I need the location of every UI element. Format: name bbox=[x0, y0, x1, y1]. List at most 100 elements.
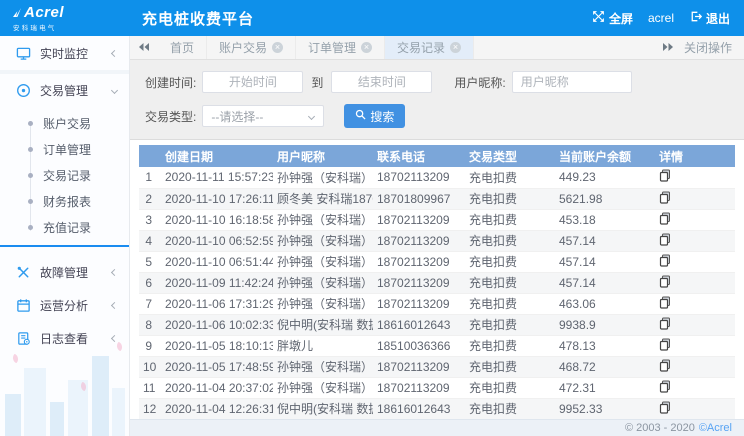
chevron-left-icon bbox=[111, 302, 118, 309]
fullscreen-button[interactable]: 全屏 bbox=[592, 10, 633, 27]
cell-nickname: 顾冬美 安科瑞1870180 bbox=[273, 188, 373, 209]
detail-copy-icon[interactable] bbox=[659, 191, 671, 204]
search-button[interactable]: 搜索 bbox=[344, 104, 405, 128]
chevron-down-icon bbox=[111, 87, 118, 94]
user-menu[interactable]: acrel bbox=[648, 11, 674, 25]
detail-copy-icon[interactable] bbox=[659, 317, 671, 330]
table-row: 122020-11-04 12:26:31倪中明(安科瑞 数据部)1186160… bbox=[139, 398, 735, 419]
cell-phone: 18510036366 bbox=[373, 335, 465, 356]
logout-label: 退出 bbox=[706, 10, 730, 27]
sidebar-subitem[interactable]: 充值记录 bbox=[0, 214, 129, 240]
table-row: 112020-11-04 20:37:02孙钟强（安科瑞）18702113209… bbox=[139, 377, 735, 398]
detail-copy-icon[interactable] bbox=[659, 212, 671, 225]
copyright-text: © 2003 - 2020 bbox=[625, 422, 695, 434]
transaction-type-select[interactable]: --请选择-- bbox=[202, 105, 324, 127]
table-row: 92020-11-05 18:10:13胖墩儿18510036366充电扣费47… bbox=[139, 335, 735, 356]
app-window: Acrel 安科瑞电气 充电桩收费平台 全屏 acrel 退出 bbox=[0, 0, 744, 436]
close-actions-button[interactable]: 关闭操作 bbox=[650, 36, 744, 59]
sidebar-item[interactable]: 运营分析 bbox=[0, 289, 129, 322]
cell-balance: 9952.33 bbox=[555, 398, 655, 419]
fullscreen-label: 全屏 bbox=[609, 10, 633, 27]
bullet-icon bbox=[28, 121, 33, 126]
cell-phone: 18616012643 bbox=[373, 398, 465, 419]
detail-copy-icon[interactable] bbox=[659, 359, 671, 372]
sidebar-item-label: 运营分析 bbox=[40, 297, 112, 314]
cell-nickname: 孙钟强（安科瑞） bbox=[273, 272, 373, 293]
sidebar-subitem[interactable]: 账户交易 bbox=[0, 110, 129, 136]
tab-list: 首页账户交易×订单管理×交易记录× bbox=[158, 36, 474, 59]
double-chevron-right-icon bbox=[662, 41, 674, 55]
close-actions-label: 关闭操作 bbox=[684, 39, 732, 56]
column-header: 详情 bbox=[655, 145, 735, 167]
tabs-scroll-left-button[interactable] bbox=[130, 36, 158, 59]
tab-close-icon[interactable]: × bbox=[361, 42, 372, 53]
cell-create-date: 2020-11-10 06:52:59 bbox=[161, 230, 273, 251]
nickname-label: 用户昵称: bbox=[454, 74, 505, 91]
cell-balance: 478.13 bbox=[555, 335, 655, 356]
start-time-input[interactable] bbox=[202, 71, 303, 93]
detail-copy-icon[interactable] bbox=[659, 338, 671, 351]
sidebar-item[interactable]: 实时监控 bbox=[0, 37, 129, 70]
detail-copy-icon[interactable] bbox=[659, 380, 671, 393]
double-chevron-left-icon bbox=[138, 41, 150, 55]
acrel-footer-link[interactable]: ©Acrel bbox=[699, 422, 732, 434]
cell-transaction-type: 充电扣费 bbox=[465, 209, 555, 230]
cell-transaction-type: 充电扣费 bbox=[465, 272, 555, 293]
sidebar-subitem-label: 交易记录 bbox=[43, 167, 91, 184]
detail-copy-icon[interactable] bbox=[659, 275, 671, 288]
cell-row-index: 10 bbox=[139, 356, 161, 377]
cell-row-index: 4 bbox=[139, 230, 161, 251]
filter-panel: 创建时间: 到 用户昵称: 交易类型: --请选择-- bbox=[130, 60, 744, 139]
detail-copy-icon[interactable] bbox=[659, 296, 671, 309]
cell-nickname: 孙钟强（安科瑞） bbox=[273, 293, 373, 314]
detail-copy-icon[interactable] bbox=[659, 169, 671, 182]
cell-transaction-type: 充电扣费 bbox=[465, 398, 555, 419]
sidebar-item[interactable]: 日志查看 bbox=[0, 322, 129, 355]
tab[interactable]: 订单管理× bbox=[296, 36, 385, 59]
sidebar-subitem[interactable]: 订单管理 bbox=[0, 136, 129, 162]
butterfly-icon bbox=[79, 382, 89, 392]
cell-nickname: 孙钟强（安科瑞） bbox=[273, 251, 373, 272]
nickname-input[interactable] bbox=[512, 71, 632, 93]
sidebar-item[interactable]: 交易管理 bbox=[0, 74, 129, 107]
cell-create-date: 2020-11-06 17:31:29 bbox=[161, 293, 273, 314]
tab[interactable]: 交易记录× bbox=[385, 36, 474, 59]
monitor-icon bbox=[15, 46, 31, 62]
detail-copy-icon[interactable] bbox=[659, 401, 671, 414]
cell-row-index: 11 bbox=[139, 377, 161, 398]
cell-create-date: 2020-11-11 15:57:23 bbox=[161, 167, 273, 188]
tab[interactable]: 账户交易 × bbox=[207, 36, 296, 59]
cell-balance: 457.14 bbox=[555, 251, 655, 272]
tab[interactable]: 首页 bbox=[158, 36, 207, 59]
cell-phone: 18702113209 bbox=[373, 251, 465, 272]
cell-create-date: 2020-11-04 12:26:31 bbox=[161, 398, 273, 419]
logout-button[interactable]: 退出 bbox=[689, 10, 730, 27]
cell-phone: 18702113209 bbox=[373, 377, 465, 398]
cell-row-index: 12 bbox=[139, 398, 161, 419]
tab-close-icon[interactable]: × bbox=[272, 42, 283, 53]
end-time-input[interactable] bbox=[331, 71, 432, 93]
cell-phone: 18702113209 bbox=[373, 209, 465, 230]
app-header: Acrel 安科瑞电气 充电桩收费平台 全屏 acrel 退出 bbox=[0, 0, 744, 36]
cell-row-index: 7 bbox=[139, 293, 161, 314]
brand-subtitle: 安科瑞电气 bbox=[13, 22, 132, 32]
cell-balance: 472.31 bbox=[555, 377, 655, 398]
tab-label: 账户交易 bbox=[219, 39, 267, 56]
cell-row-index: 2 bbox=[139, 188, 161, 209]
sidebar-subitem[interactable]: 财务报表 bbox=[0, 188, 129, 214]
sidebar-subitem[interactable]: 交易记录 bbox=[0, 162, 129, 188]
sidebar-subitem-label: 订单管理 bbox=[43, 141, 91, 158]
sidebar-subitem-label: 财务报表 bbox=[43, 193, 91, 210]
tab-close-icon[interactable]: × bbox=[450, 42, 461, 53]
cell-create-date: 2020-11-10 16:18:58 bbox=[161, 209, 273, 230]
chevron-left-icon bbox=[111, 269, 118, 276]
log-icon bbox=[15, 331, 31, 347]
chevron-left-icon bbox=[111, 335, 118, 342]
cell-phone: 18702113209 bbox=[373, 272, 465, 293]
cell-transaction-type: 充电扣费 bbox=[465, 167, 555, 188]
sidebar-item[interactable]: 故障管理 bbox=[0, 256, 129, 289]
table-body: 12020-11-11 15:57:23孙钟强（安科瑞）18702113209充… bbox=[139, 167, 735, 419]
detail-copy-icon[interactable] bbox=[659, 254, 671, 267]
cell-nickname: 孙钟强（安科瑞） bbox=[273, 230, 373, 251]
detail-copy-icon[interactable] bbox=[659, 233, 671, 246]
